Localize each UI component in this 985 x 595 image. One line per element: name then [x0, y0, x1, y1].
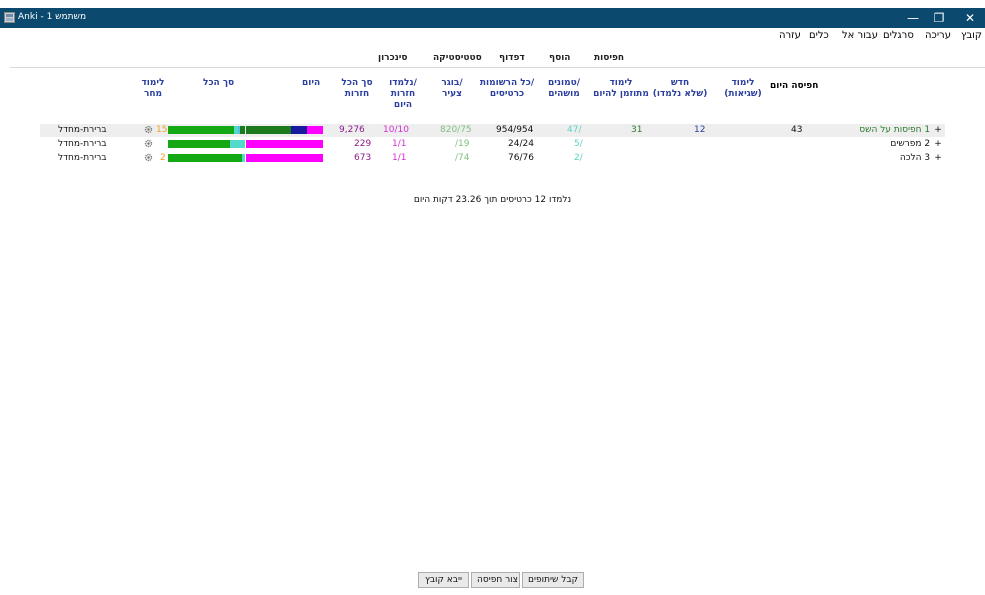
- menu-file[interactable]: קובץ: [961, 30, 982, 41]
- gear-icon[interactable]: [144, 153, 153, 162]
- deck-reviewed: 1/1: [392, 139, 407, 149]
- study-summary: נלמדו 12 כרטיסים תוך 23.26 דקות היום: [413, 195, 572, 205]
- deck-total-reviews: 9,276: [339, 125, 365, 135]
- deck-options-label[interactable]: ברירת-מחדל: [58, 153, 107, 163]
- deck-mature-young: /74: [455, 153, 470, 163]
- deck-options-label[interactable]: ברירת-מחדל: [58, 139, 107, 149]
- bar-seg-all-teal: [230, 140, 245, 148]
- header-total-reviews: סך הכל חזרות: [341, 78, 373, 99]
- deck-notes-cards: 76/76: [508, 153, 534, 163]
- expand-icon[interactable]: +: [933, 125, 943, 135]
- header-new: חדש (שלא נלמדו): [652, 78, 708, 99]
- deck-reviewed: 10/10: [383, 125, 409, 135]
- deck-name[interactable]: + 1 חפיסות על השס: [859, 125, 943, 135]
- deck-notes-cards: 954/954: [496, 125, 534, 135]
- menu-view[interactable]: סרגלים: [883, 30, 914, 41]
- deck-name[interactable]: + 2 מפרשים: [890, 139, 943, 149]
- deck-tomorrow: 15: [156, 125, 168, 135]
- toolbar-add[interactable]: הוסף: [549, 53, 570, 63]
- deck-notes-cards: 24/24: [508, 139, 534, 149]
- menu-edit[interactable]: עריכה: [925, 30, 951, 41]
- close-button[interactable]: ✕: [955, 8, 985, 28]
- deck-total-reviews: 673: [354, 153, 372, 163]
- expand-icon[interactable]: +: [933, 139, 943, 149]
- deck-today-bar: [246, 154, 323, 162]
- title-bar[interactable]: משתמש 1 - Anki — ❐ ✕: [0, 8, 985, 28]
- header-deck-today: חפיסה היום: [770, 81, 819, 91]
- bar-seg-today-darkgreen: [246, 126, 291, 134]
- header-mature: בוגר/צעיר: [441, 78, 463, 99]
- header-reviewed: נלמדו/חזרות היום: [389, 78, 417, 110]
- deck-today-bar: [246, 126, 323, 134]
- bar-seg-all-green: [168, 154, 242, 162]
- create-deck-button[interactable]: צור חפיסה: [471, 572, 520, 588]
- bar-seg-all-green: [168, 140, 230, 148]
- header-total-notes: כל הרשומות/כרטיסים: [479, 78, 535, 99]
- deck-row-2[interactable]: + 2 מפרשים 5/ 24/24 /19 1/1 229 ברירת-מח…: [40, 138, 945, 151]
- deck-options-label[interactable]: ברירת-מחדל: [58, 125, 107, 135]
- deck-row-3[interactable]: + 3 הלכה 2/ 76/76 /74 1/1 673 2 ברירת-מח…: [40, 152, 945, 165]
- deck-all-bar: [168, 126, 245, 134]
- bar-seg-today-magenta: [246, 140, 323, 148]
- bar-seg-today-magenta: [246, 154, 323, 162]
- deck-today-bar: [246, 140, 323, 148]
- deck-reviewed: 1/1: [392, 153, 407, 163]
- header-today: היום: [302, 78, 321, 88]
- deck-tomorrow: 2: [160, 153, 166, 163]
- deck-all-bar: [168, 140, 245, 148]
- toolbar-sync[interactable]: סינכרון: [378, 53, 408, 63]
- bar-seg-all-teal: [242, 154, 245, 162]
- menu-bar: קובץ עריכה סרגלים עבור אל כלים עזרה: [0, 28, 985, 44]
- deck-row-1[interactable]: + 1 חפיסות על השס 43 12 31 47/ 954/954 8…: [40, 124, 945, 137]
- expand-icon[interactable]: +: [933, 153, 943, 163]
- menu-help[interactable]: עזרה: [779, 30, 801, 41]
- deck-mature-young: 820/75: [440, 125, 472, 135]
- get-shared-button[interactable]: קבל שיתופים: [522, 572, 584, 588]
- window-top-edge: [0, 0, 985, 8]
- gear-icon[interactable]: [144, 125, 153, 134]
- gear-icon[interactable]: [144, 139, 153, 148]
- header-all: סך הכל: [203, 78, 235, 88]
- deck-due-count: 31: [631, 125, 643, 135]
- deck-name[interactable]: + 3 הלכה: [900, 153, 943, 163]
- window-title: משתמש 1 - Anki: [18, 12, 87, 22]
- deck-suspended: 47/: [567, 125, 582, 135]
- toolbar-stats[interactable]: סטטיסטיקה: [433, 53, 482, 63]
- anki-app-icon: [4, 12, 15, 23]
- header-tomorrow: לימוד מחר: [141, 78, 165, 99]
- deck-today-count: 43: [791, 125, 803, 135]
- header-learn: לימוד (שגיאות): [724, 78, 762, 99]
- bar-seg-all-green: [168, 126, 234, 134]
- toolbar-decks[interactable]: חפיסות: [594, 53, 624, 63]
- deck-new-count: 12: [694, 125, 706, 135]
- maximize-button[interactable]: ❐: [924, 8, 954, 28]
- deck-total-reviews: 229: [354, 139, 372, 149]
- menu-go[interactable]: עבור אל: [842, 30, 878, 41]
- bar-seg-today-magenta: [307, 126, 323, 134]
- import-file-button[interactable]: ייבא קובץ: [418, 572, 469, 588]
- menu-tools[interactable]: כלים: [809, 30, 829, 41]
- deck-mature-young: /19: [455, 139, 470, 149]
- header-due: לימוד מתוזמן להיום: [593, 78, 649, 99]
- bar-seg-all-darkgreen: [240, 126, 245, 134]
- bar-seg-today-blue: [291, 126, 307, 134]
- deck-suspended: 5/: [574, 139, 583, 149]
- deck-suspended: 2/: [574, 153, 583, 163]
- deck-all-bar: [168, 154, 245, 162]
- main-toolbar: חפיסות הוסף דפדוף סטטיסטיקה סינכרון: [10, 48, 985, 68]
- toolbar-browse[interactable]: דפדוף: [499, 53, 525, 63]
- header-suspended: טמונים/מושהים: [547, 78, 580, 99]
